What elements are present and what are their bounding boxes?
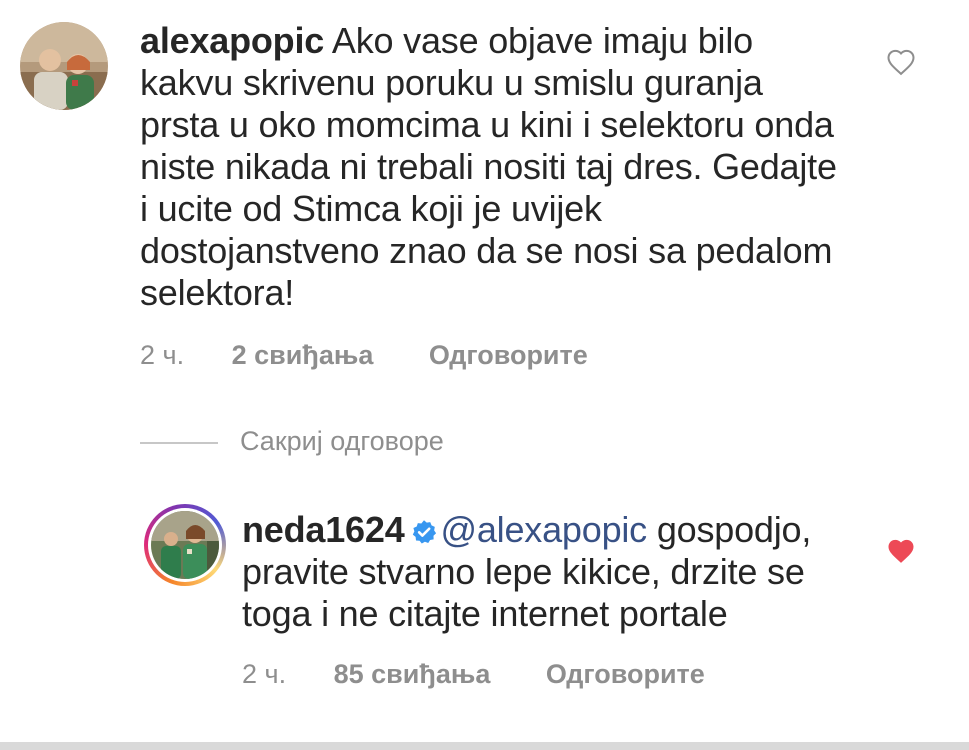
comment-likes-count[interactable]: 2 свиђања: [232, 340, 374, 371]
profile-photo: [151, 511, 219, 579]
reply-timestamp: 2 ч.: [242, 659, 287, 689]
comment-meta: 2 ч. 2 свиђања Одговорите: [140, 340, 588, 371]
hide-replies-toggle[interactable]: Сакриј одговоре: [140, 426, 444, 457]
heart-filled-icon[interactable]: [886, 537, 916, 565]
reply-body: neda1624 @alexapopic gospodjo, pravite st…: [242, 509, 862, 635]
profile-photo: [20, 22, 108, 110]
heart-outline-icon[interactable]: [886, 48, 916, 76]
avatar[interactable]: [20, 22, 108, 110]
reply-username[interactable]: neda1624: [242, 509, 405, 550]
avatar: [151, 511, 219, 579]
reply-button[interactable]: Одговорите: [429, 340, 588, 371]
verified-badge-icon: [412, 520, 436, 544]
comment-username[interactable]: alexapopic: [140, 20, 324, 61]
reply-mention[interactable]: @alexapopic: [441, 509, 648, 550]
reply-likes-count[interactable]: 85 свиђања: [334, 659, 491, 690]
comment-text: Ako vase objave imaju bilo kakvu skriven…: [140, 20, 837, 313]
hide-replies-label: Сакриј одговоре: [240, 426, 444, 456]
comment-body: alexapopic Ako vase objave imaju bilo ka…: [140, 20, 840, 314]
bottom-divider: [0, 742, 969, 750]
reply-meta: 2 ч. 85 свиђања Одговорите: [242, 659, 705, 690]
reply-button[interactable]: Одговорите: [546, 659, 705, 690]
comment-timestamp: 2 ч.: [140, 340, 185, 370]
story-ring[interactable]: [144, 504, 226, 586]
divider-line: [140, 441, 218, 444]
